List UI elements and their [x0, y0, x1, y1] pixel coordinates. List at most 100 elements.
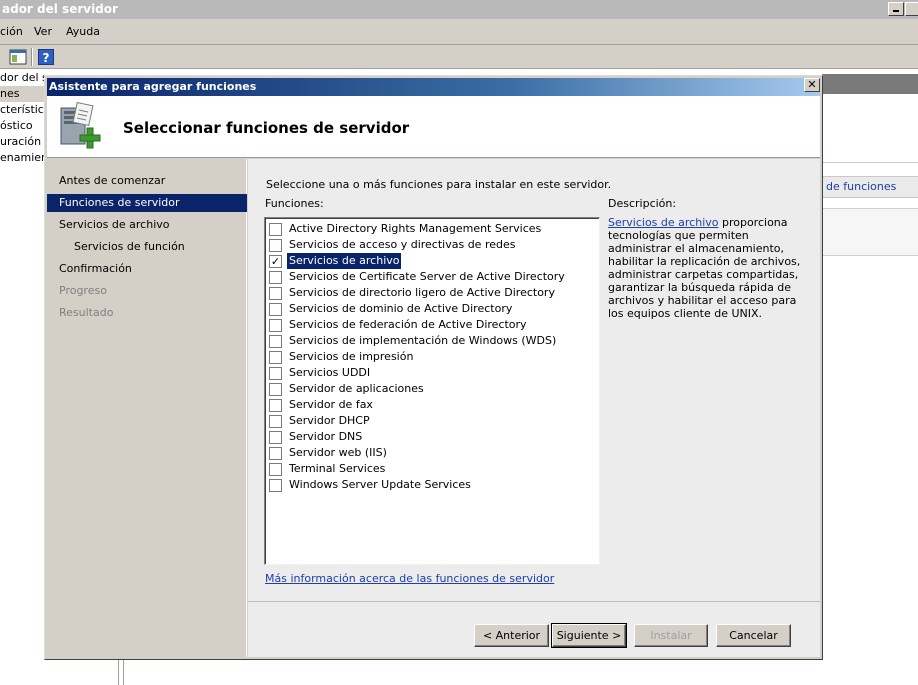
- menu-action[interactable]: ción: [0, 25, 23, 38]
- role-checkbox[interactable]: [269, 431, 282, 444]
- role-item[interactable]: Windows Server Update Services: [269, 477, 595, 493]
- description-body: proporciona tecnologías que permiten adm…: [608, 216, 801, 320]
- role-checkbox[interactable]: [269, 239, 282, 252]
- role-label[interactable]: Servicios de dominio de Active Directory: [287, 301, 514, 317]
- button-bar: < Anterior Siguiente > Instalar Cancelar: [248, 601, 820, 657]
- role-item[interactable]: Servicios UDDI: [269, 365, 595, 381]
- tree-item-diagnostics[interactable]: óstico: [0, 118, 44, 134]
- tree-item-storage[interactable]: enamiento: [0, 150, 44, 166]
- add-roles-link[interactable]: de funciones: [822, 176, 918, 198]
- step-before-you-begin[interactable]: Antes de comenzar: [47, 172, 247, 190]
- description-label: Descripción:: [608, 197, 677, 210]
- console-tree: dor del se nes cterísticas óstico uració…: [0, 70, 44, 170]
- role-label[interactable]: Servicios de archivo: [287, 253, 402, 269]
- role-item[interactable]: Servicios de impresión: [269, 349, 595, 365]
- close-button[interactable]: ✕: [804, 78, 820, 92]
- right-pane-divider: [822, 162, 918, 163]
- step-file-services[interactable]: Servicios de archivo: [47, 216, 247, 234]
- dialog-title: Asistente para agregar funciones: [47, 78, 820, 96]
- role-checkbox[interactable]: [269, 351, 282, 364]
- role-item[interactable]: Servicios de acceso y directivas de rede…: [269, 237, 595, 253]
- role-checkbox[interactable]: [269, 303, 282, 316]
- role-checkbox[interactable]: [269, 399, 282, 412]
- roles-list[interactable]: Active Directory Rights Management Servi…: [264, 217, 600, 565]
- role-checkbox[interactable]: [269, 415, 282, 428]
- role-item[interactable]: Servidor DNS: [269, 429, 595, 445]
- pane-splitter[interactable]: [118, 658, 124, 685]
- menu-bar: ción Ver Ayuda: [0, 19, 918, 45]
- role-checkbox[interactable]: [269, 447, 282, 460]
- role-item[interactable]: Servicios de Certificate Server de Activ…: [269, 269, 595, 285]
- role-checkbox[interactable]: [269, 319, 282, 332]
- cancel-button[interactable]: Cancelar: [716, 624, 791, 647]
- more-info-link[interactable]: Más información acerca de las funciones …: [265, 572, 554, 585]
- add-roles-wizard: Asistente para agregar funciones ✕ Selec…: [44, 75, 823, 660]
- role-item[interactable]: Servicios de dominio de Active Directory: [269, 301, 595, 317]
- right-pane-header: [822, 74, 918, 94]
- role-label[interactable]: Servicios de Certificate Server de Activ…: [287, 269, 567, 285]
- next-button[interactable]: Siguiente >: [551, 623, 627, 648]
- page-title: Seleccionar funciones de servidor: [123, 119, 410, 137]
- role-label[interactable]: Servidor DNS: [287, 429, 364, 445]
- maximize-button[interactable]: [905, 2, 918, 16]
- role-checkbox[interactable]: [269, 463, 282, 476]
- wizard-header: Seleccionar funciones de servidor: [47, 96, 820, 158]
- roles-label: Funciones:: [265, 197, 324, 210]
- tree-item-features[interactable]: cterísticas: [0, 102, 44, 118]
- description-link[interactable]: Servicios de archivo: [608, 216, 718, 229]
- description-text: Servicios de archivo proporciona tecnolo…: [608, 216, 808, 320]
- tree-item-server-manager[interactable]: dor del se: [0, 70, 44, 86]
- role-checkbox[interactable]: [269, 223, 282, 236]
- role-item[interactable]: Servicios de directorio ligero de Active…: [269, 285, 595, 301]
- step-role-services[interactable]: Servicios de función: [47, 238, 247, 256]
- role-label[interactable]: Servidor DHCP: [287, 413, 372, 429]
- role-item[interactable]: Servicios de implementación de Windows (…: [269, 333, 595, 349]
- step-server-roles[interactable]: Funciones de servidor: [47, 194, 247, 212]
- role-item[interactable]: Active Directory Rights Management Servi…: [269, 221, 595, 237]
- step-progress: Progreso: [59, 284, 107, 297]
- role-item[interactable]: Servidor web (IIS): [269, 445, 595, 461]
- role-label[interactable]: Windows Server Update Services: [287, 477, 473, 493]
- menu-help[interactable]: Ayuda: [66, 25, 100, 38]
- back-button[interactable]: < Anterior: [474, 624, 549, 647]
- role-item[interactable]: Servidor DHCP: [269, 413, 595, 429]
- role-label[interactable]: Servicios de federación de Active Direct…: [287, 317, 529, 333]
- role-checkbox[interactable]: [269, 367, 282, 380]
- menu-view[interactable]: Ver: [34, 25, 52, 38]
- role-item[interactable]: ✓ Servicios de archivo: [269, 253, 595, 269]
- role-checkbox[interactable]: [269, 287, 282, 300]
- tree-item-roles[interactable]: nes: [0, 86, 44, 102]
- step-confirmation[interactable]: Confirmación: [47, 260, 247, 278]
- tree-item-configuration[interactable]: uración: [0, 134, 44, 150]
- wizard-steps: Antes de comenzar Funciones de servidor …: [47, 159, 247, 657]
- wizard-content: Seleccione una o más funciones para inst…: [248, 159, 820, 657]
- role-checkbox[interactable]: [269, 383, 282, 396]
- role-label[interactable]: Servidor de fax: [287, 397, 375, 413]
- role-label[interactable]: Servicios UDDI: [287, 365, 372, 381]
- show-hide-console-tree-icon[interactable]: [8, 47, 28, 67]
- role-label[interactable]: Terminal Services: [287, 461, 387, 477]
- role-label[interactable]: Servicios de impresión: [287, 349, 415, 365]
- role-item[interactable]: Servicios de federación de Active Direct…: [269, 317, 595, 333]
- role-checkbox[interactable]: [269, 479, 282, 492]
- role-label[interactable]: Servidor de aplicaciones: [287, 381, 426, 397]
- role-checkbox[interactable]: ✓: [269, 255, 282, 268]
- instructions: Seleccione una o más funciones para inst…: [266, 178, 612, 191]
- toolbar-separator: [31, 48, 33, 66]
- role-item[interactable]: Terminal Services: [269, 461, 595, 477]
- role-label[interactable]: Servicios de directorio ligero de Active…: [287, 285, 557, 301]
- role-checkbox[interactable]: [269, 335, 282, 348]
- role-label[interactable]: Active Directory Rights Management Servi…: [287, 221, 543, 237]
- role-label[interactable]: Servicios de implementación de Windows (…: [287, 333, 558, 349]
- right-pane-box: [822, 208, 918, 256]
- role-checkbox[interactable]: [269, 271, 282, 284]
- minimize-button[interactable]: [888, 2, 904, 16]
- content-area: Seleccione una o más funciones para inst…: [248, 159, 820, 601]
- step-results: Resultado: [59, 306, 114, 319]
- server-roles-icon: [60, 102, 101, 149]
- role-label[interactable]: Servicios de acceso y directivas de rede…: [287, 237, 517, 253]
- role-item[interactable]: Servidor de aplicaciones: [269, 381, 595, 397]
- help-icon[interactable]: ?: [38, 49, 54, 65]
- role-label[interactable]: Servidor web (IIS): [287, 445, 389, 461]
- role-item[interactable]: Servidor de fax: [269, 397, 595, 413]
